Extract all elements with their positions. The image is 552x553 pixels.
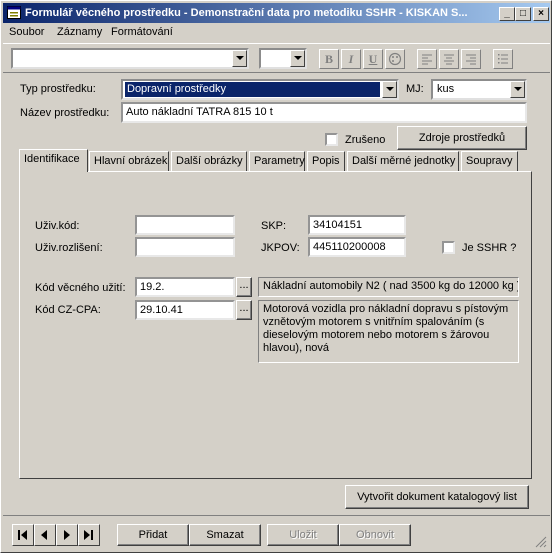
menu-bar: Soubor Záznamy Formátování <box>3 24 550 42</box>
uziv-rozliseni-label: Uživ.rozlišení: <box>35 242 103 254</box>
nazev-field[interactable]: Auto nákladní TATRA 815 10 t <box>121 102 527 123</box>
title-bar: Formulář věcného prostředku - Demonstrač… <box>3 3 550 23</box>
tab-dalsi-obrazky[interactable]: Další obrázky <box>171 151 247 171</box>
skp-label: SKP: <box>261 220 287 232</box>
tab-parametry[interactable]: Parametry <box>249 151 305 171</box>
last-record-icon <box>84 530 93 540</box>
pridat-button[interactable]: Přidat <box>117 524 189 546</box>
typ-label: Typ prostředku: <box>20 83 96 95</box>
last-record-button[interactable] <box>78 524 100 546</box>
close-button[interactable]: × <box>533 7 549 21</box>
color-button[interactable] <box>385 49 405 69</box>
font-name-combo[interactable] <box>11 48 249 69</box>
font-size-combo[interactable] <box>259 48 307 69</box>
mj-label: MJ: <box>406 83 424 95</box>
uziv-kod-field[interactable] <box>135 215 235 235</box>
chevron-down-icon[interactable] <box>232 50 247 67</box>
next-record-icon <box>64 530 70 540</box>
menu-zaznamy[interactable]: Záznamy <box>57 26 102 38</box>
catalog-list-button[interactable]: Vytvořit dokument katalogový list <box>345 485 529 509</box>
kod-cz-cpa-browse-button[interactable]: ... <box>236 300 252 320</box>
align-right-icon <box>466 54 476 65</box>
kod-cz-cpa-field[interactable]: 29.10.41 <box>135 300 235 320</box>
resize-grip-icon[interactable] <box>535 536 547 548</box>
chevron-down-icon[interactable] <box>290 50 305 67</box>
tab-popis[interactable]: Popis <box>307 151 345 171</box>
smazat-button[interactable]: Smazat <box>189 524 261 546</box>
align-right-button[interactable] <box>461 49 481 69</box>
first-record-icon <box>18 530 27 540</box>
bullets-button[interactable] <box>493 49 513 69</box>
bold-button[interactable]: B <box>319 49 339 69</box>
kod-vecneho-browse-button[interactable]: ... <box>236 277 252 297</box>
window-title: Formulář věcného prostředku - Demonstrač… <box>25 7 468 19</box>
align-center-icon <box>444 54 454 65</box>
kod-vecneho-field[interactable]: 19.2. <box>135 277 235 297</box>
align-left-icon <box>422 54 432 65</box>
typ-combo[interactable]: Dopravní prostředky <box>121 79 399 100</box>
previous-record-button[interactable] <box>34 524 56 546</box>
mj-value: kus <box>437 83 455 95</box>
uziv-rozliseni-field[interactable] <box>135 237 235 257</box>
nazev-label: Název prostředku: <box>20 107 110 119</box>
mj-combo[interactable]: kus <box>431 79 527 100</box>
obnovit-button[interactable]: Obnovit <box>339 524 411 546</box>
typ-value: Dopravní prostředky <box>125 82 380 97</box>
tab-dalsi-merne-jednotky[interactable]: Další měrné jednotky <box>347 151 459 171</box>
resize-grip-lines <box>535 536 547 548</box>
underline-button[interactable]: U <box>363 49 383 69</box>
zdroje-button[interactable]: Zdroje prostředků <box>397 126 527 150</box>
format-toolbar: B I U <box>3 43 550 73</box>
tab-hlavni-obrazek[interactable]: Hlavní obrázek <box>89 151 169 171</box>
align-center-button[interactable] <box>439 49 459 69</box>
minimize-button[interactable]: _ <box>499 7 515 21</box>
je-sshr-label: Je SSHR ? <box>462 242 517 254</box>
menu-formatovani[interactable]: Formátování <box>111 26 173 38</box>
zruseno-label: Zrušeno <box>345 134 386 146</box>
chevron-down-icon[interactable] <box>382 81 397 98</box>
previous-record-icon <box>41 530 47 540</box>
skp-field[interactable]: 34104151 <box>308 215 406 235</box>
chevron-down-icon[interactable] <box>510 81 525 98</box>
kod-vecneho-description: Nákladní automobily N2 ( nad 3500 kg do … <box>258 277 519 297</box>
kod-vecneho-label: Kód věcného užití: <box>35 282 126 294</box>
jkpov-label: JKPOV: <box>261 242 300 254</box>
jkpov-field[interactable]: 445110200008 <box>308 237 406 257</box>
tab-identifikace[interactable]: Identifikace <box>19 149 88 172</box>
kod-cz-cpa-description: Motorová vozidla pro nákladní dopravu s … <box>258 300 519 363</box>
uziv-kod-label: Uživ.kód: <box>35 220 80 232</box>
menu-soubor[interactable]: Soubor <box>9 26 44 38</box>
maximize-button[interactable]: □ <box>515 7 531 21</box>
italic-button[interactable]: I <box>341 49 361 69</box>
navigation-bar: Přidat Smazat Uložit Obnovit <box>3 515 550 552</box>
form-window: Formulář věcného prostředku - Demonstrač… <box>0 0 552 553</box>
bullet-list-icon <box>498 54 508 64</box>
form-icon <box>7 6 21 19</box>
next-record-button[interactable] <box>56 524 78 546</box>
align-left-button[interactable] <box>417 49 437 69</box>
tab-soupravy[interactable]: Soupravy <box>461 151 518 171</box>
kod-cz-cpa-label: Kód CZ-CPA: <box>35 304 101 316</box>
je-sshr-checkbox[interactable] <box>442 241 455 254</box>
palette-icon <box>388 52 402 66</box>
zruseno-checkbox[interactable] <box>325 133 338 146</box>
first-record-button[interactable] <box>12 524 34 546</box>
ulozit-button[interactable]: Uložit <box>267 524 339 546</box>
